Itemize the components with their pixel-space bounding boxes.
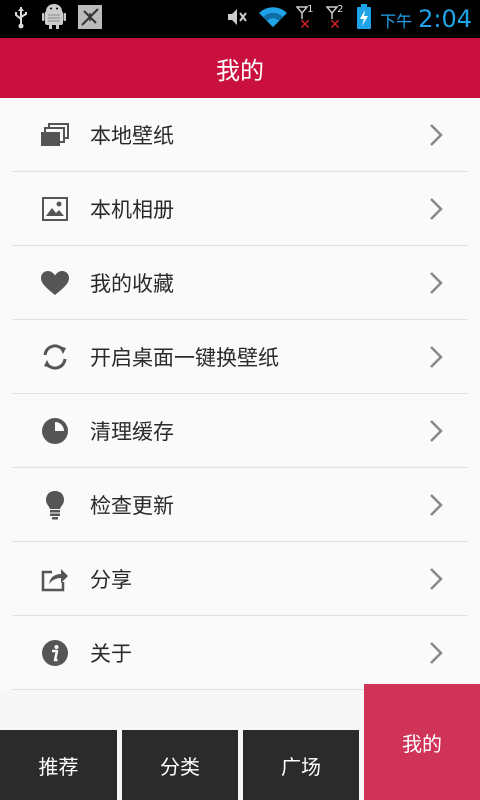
sim1-signal-icon: 1 ✕ [296,4,318,34]
pie-chart-icon [40,416,70,446]
tab-label: 分类 [160,754,200,779]
no-service-icon: ✕ [299,17,311,33]
android-debug-icon [42,4,66,34]
clock-ampm: 下午 [380,12,413,31]
tab-square[interactable]: 广场 [243,730,359,800]
chevron-right-icon [426,638,446,668]
chevron-right-icon [426,342,446,372]
menu-item-label: 检查更新 [90,493,174,518]
gallery-stack-icon [40,120,70,150]
menu-item-label: 本机相册 [90,197,174,222]
sim1-label: 1 [307,4,314,15]
clock-time: 2:04 [418,5,472,33]
menu-item-about[interactable]: 关于 [12,616,468,690]
settings-menu: 本地壁纸 本机相册 我的收藏 开启桌面一键换壁纸 清理缓存 检查更新 分享 关于 [0,98,480,690]
tab-recommend[interactable]: 推荐 [0,730,117,800]
usb-icon [12,5,30,33]
status-notifications [12,4,102,34]
tab-label: 我的 [402,732,442,756]
chevron-right-icon [426,490,446,520]
chevron-right-icon [426,120,446,150]
menu-item-local-wallpaper[interactable]: 本地壁纸 [12,98,468,172]
no-service-icon: ✕ [329,17,341,33]
tab-label: 广场 [281,754,321,779]
info-icon [40,638,70,668]
status-bar: 1 ✕ 2 ✕ 下午 2:04 [0,0,480,38]
lightbulb-icon [40,490,70,520]
menu-item-label: 我的收藏 [90,271,174,296]
tab-label: 推荐 [38,754,79,779]
menu-item-check-update[interactable]: 检查更新 [12,468,468,542]
page-title: 我的 [216,56,264,85]
heart-icon [40,268,70,298]
image-icon [40,194,70,224]
battery-charging-icon [356,4,372,34]
menu-item-label: 本地壁纸 [90,123,174,148]
app-header: 我的 [0,38,480,98]
chevron-right-icon [426,416,446,446]
mute-icon [226,6,250,32]
clock: 下午 2:04 [380,5,472,33]
chevron-right-icon [426,268,446,298]
menu-item-favorites[interactable]: 我的收藏 [12,246,468,320]
menu-item-label: 开启桌面一键换壁纸 [90,345,279,370]
menu-item-share[interactable]: 分享 [12,542,468,616]
refresh-icon [40,342,70,372]
status-indicators: 1 ✕ 2 ✕ 下午 2:04 [226,2,472,36]
menu-item-device-album[interactable]: 本机相册 [12,172,468,246]
menu-item-label: 关于 [90,641,132,666]
menu-item-label: 清理缓存 [90,419,174,444]
chevron-right-icon [426,194,446,224]
tab-mine[interactable]: 我的 [364,684,480,800]
sim2-signal-icon: 2 ✕ [326,4,348,34]
chevron-right-icon [426,564,446,594]
wifi-icon [258,5,288,33]
menu-item-one-tap-wallpaper[interactable]: 开启桌面一键换壁纸 [12,320,468,394]
no-signal-app-icon [78,5,102,33]
sim2-label: 2 [337,4,344,15]
menu-item-label: 分享 [90,567,132,592]
share-icon [40,564,70,594]
tab-category[interactable]: 分类 [122,730,238,800]
menu-item-clear-cache[interactable]: 清理缓存 [12,394,468,468]
